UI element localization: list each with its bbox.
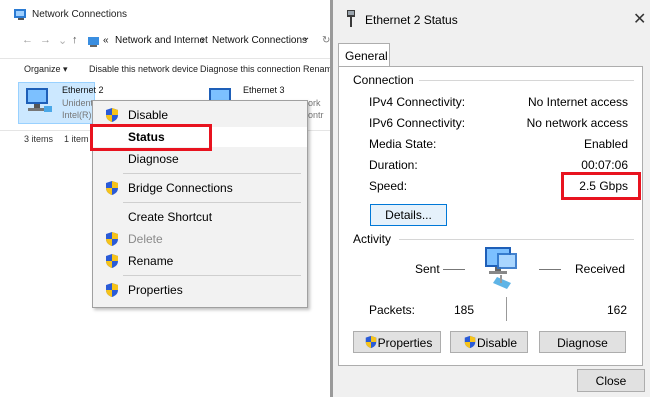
menu-item-properties[interactable]: Properties (93, 280, 307, 300)
adapter-status: Unident (62, 98, 94, 108)
close-icon[interactable]: ✕ (633, 9, 646, 29)
ethernet-status-dialog: Ethernet 2 Status ✕ General Connection I… (333, 0, 650, 397)
menu-item-bridge-connections[interactable]: Bridge Connections (93, 178, 307, 198)
details-button[interactable]: Details... (370, 204, 447, 226)
menu-item-disable[interactable]: Disable (93, 105, 307, 125)
adapter-device: ontr (308, 110, 324, 120)
activity-group-label: Activity (350, 232, 395, 246)
address-bar: ← → ⌄ ↑ « Network and Internet › Network… (0, 30, 330, 52)
media-state-label: Media State: (369, 137, 437, 151)
menu-item-rename[interactable]: Rename (93, 251, 307, 271)
tab-general[interactable]: General (338, 43, 390, 67)
tab-label: General (345, 49, 388, 63)
network-adapter-icon (26, 88, 52, 112)
received-label: Received (575, 262, 626, 276)
packets-sent-value: 185 (454, 303, 475, 317)
received-line (539, 269, 561, 270)
menu-separator (123, 275, 301, 276)
menu-item-label: Properties (128, 283, 183, 297)
network-cable-icon (347, 10, 355, 27)
selected-count: 1 item (64, 134, 89, 144)
window-title: Network Connections (32, 9, 128, 20)
speed-highlight-box (561, 172, 641, 200)
breadcrumb-network-connections[interactable]: Network Connections (212, 35, 307, 46)
group-line (399, 239, 634, 240)
back-arrow-icon[interactable]: ← (22, 34, 33, 46)
diagnose-button-label: Diagnose (557, 336, 608, 350)
ipv6-label: IPv6 Connectivity: (369, 116, 466, 130)
menu-separator (123, 173, 301, 174)
menu-item-label: Disable (128, 108, 169, 122)
menu-item-label: Create Shortcut (128, 210, 213, 224)
disable-button-label: Disable (476, 336, 518, 350)
shield-icon (106, 254, 118, 268)
command-bar: Organize ▾ Disable this network device D… (0, 58, 332, 81)
status-highlight-box (90, 124, 212, 151)
ipv4-label: IPv4 Connectivity: (369, 95, 466, 109)
address-dropdown-icon[interactable]: ⌄ (302, 32, 310, 43)
close-button-label: Close (595, 374, 627, 388)
shield-icon (365, 335, 377, 349)
item-count: 3 items (24, 134, 54, 144)
close-button[interactable]: Close (577, 369, 645, 392)
connection-group-label: Connection (350, 73, 417, 87)
breadcrumb-separator: › (201, 35, 205, 46)
forward-arrow-icon[interactable]: → (40, 34, 51, 46)
media-state-value: Enabled (583, 137, 628, 151)
packets-label: Packets: (369, 303, 416, 317)
menu-item-create-shortcut[interactable]: Create Shortcut (93, 207, 307, 227)
adapter-device: Intel(R) (62, 110, 92, 120)
properties-button-label: Properties (377, 336, 433, 350)
adapter-name: Ethernet 2 (62, 85, 104, 95)
shield-icon (106, 108, 118, 122)
diagnose-connection-button[interactable]: Diagnose this connection (200, 64, 301, 74)
disable-button[interactable]: Disable (450, 331, 528, 353)
organize-button[interactable]: Organize ▾ (24, 64, 68, 75)
packets-received-value: 162 (607, 303, 628, 317)
sent-label: Sent (415, 262, 440, 276)
properties-button[interactable]: Properties (353, 331, 441, 353)
general-panel: Connection IPv4 Connectivity: No Interne… (338, 66, 643, 366)
ipv6-value: No network access (526, 116, 628, 130)
duration-label: Duration: (369, 158, 418, 172)
sent-line (443, 269, 465, 270)
shield-icon (106, 232, 118, 246)
recent-dropdown-icon[interactable]: ⌄ (58, 34, 67, 47)
menu-item-label: Rename (128, 254, 174, 268)
menu-separator (123, 202, 301, 203)
adapter-status: ork (308, 98, 321, 108)
group-line (419, 80, 634, 81)
menu-item-delete: Delete (93, 229, 307, 249)
network-activity-icon (485, 247, 517, 289)
adapter-name[interactable]: Ethernet 3 (243, 85, 285, 95)
menu-item-label: Delete (128, 232, 163, 246)
diagnose-button[interactable]: Diagnose (539, 331, 626, 353)
ipv4-value: No Internet access (527, 95, 628, 109)
speed-label: Speed: (369, 179, 408, 193)
up-arrow-icon[interactable]: ↑ (72, 34, 78, 46)
shield-icon (106, 181, 118, 195)
network-folder-icon (14, 9, 26, 20)
disable-device-button[interactable]: Disable this network device (89, 64, 198, 74)
duration-value: 00:07:06 (581, 158, 628, 172)
control-panel-icon (88, 37, 99, 47)
title-bar: Network Connections (0, 0, 330, 28)
menu-item-label: Bridge Connections (128, 181, 233, 195)
rename-button[interactable]: Renam (303, 64, 332, 74)
details-button-label: Details... (385, 208, 432, 222)
shield-icon (106, 283, 118, 297)
menu-item-label: Diagnose (128, 152, 179, 166)
shield-icon (464, 335, 476, 349)
address-overflow[interactable]: « (103, 35, 109, 46)
breadcrumb-network-internet[interactable]: Network and Internet (115, 35, 208, 46)
menu-item-diagnose[interactable]: Diagnose (93, 149, 307, 169)
packets-divider (506, 297, 507, 321)
dialog-title: Ethernet 2 Status (365, 13, 458, 27)
